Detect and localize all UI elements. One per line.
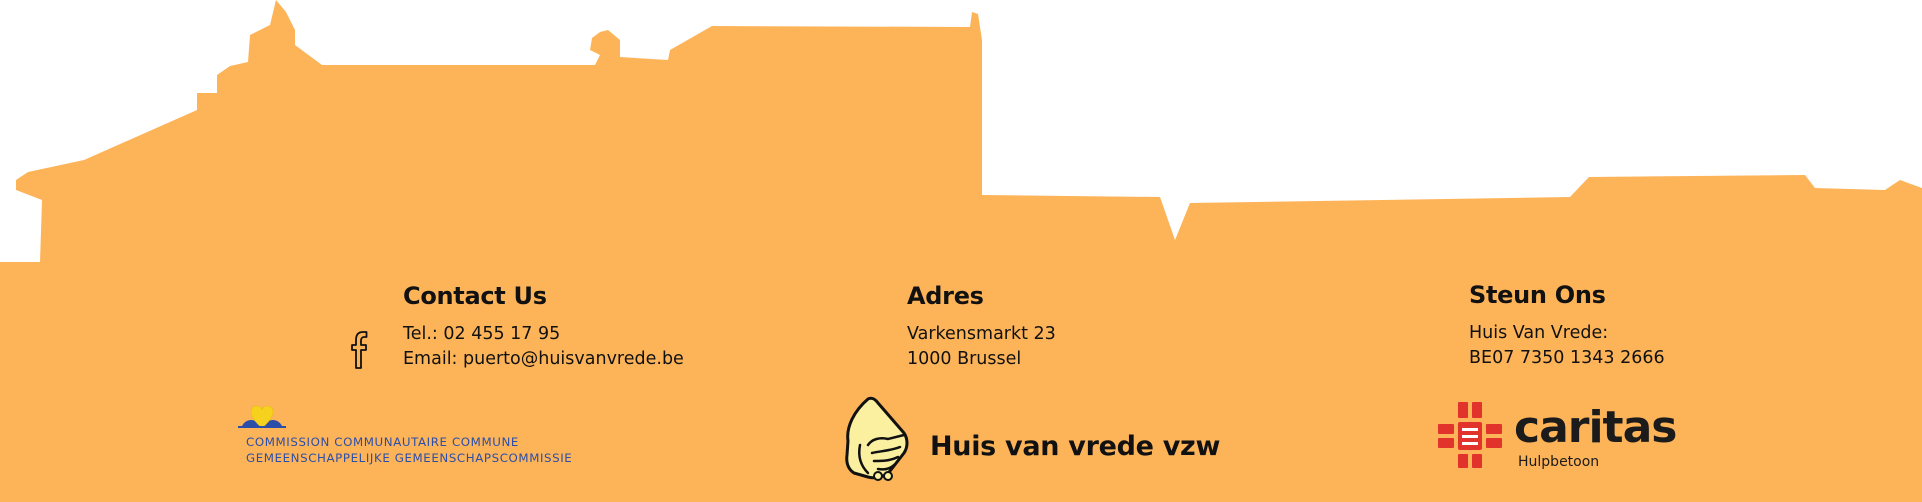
support-heading: Steun Ons xyxy=(1469,281,1606,309)
facebook-icon xyxy=(351,331,368,369)
support-iban: BE07 7350 1343 2666 xyxy=(1469,348,1665,368)
ccc-name-nl: GEMEENSCHAPPELIJKE GEMEENSCHAPSCOMMISSIE xyxy=(246,451,573,465)
ccc-logo-link[interactable]: COMMISSION COMMUNAUTAIRE COMMUNE GEMEENS… xyxy=(238,404,578,468)
email-link[interactable]: Email: puerto@huisvanvrede.be xyxy=(403,347,684,372)
support-account-name: Huis Van Vrede: xyxy=(1469,323,1609,343)
heart-icon xyxy=(238,405,286,429)
contact-column: Contact Us Tel.: 02 455 17 95 Email: pue… xyxy=(403,282,684,372)
facebook-link[interactable] xyxy=(345,324,375,372)
phone-link[interactable]: Tel.: 02 455 17 95 xyxy=(403,322,684,347)
huis-van-vrede-name: Huis van vrede vzw xyxy=(930,431,1221,462)
handshake-icon xyxy=(845,396,909,481)
address-street: Varkensmarkt 23 xyxy=(907,324,1056,344)
ccc-name-fr: COMMISSION COMMUNAUTAIRE COMMUNE xyxy=(246,435,519,449)
caritas-subtitle: Hulpbetoon xyxy=(1518,454,1600,470)
caritas-name: caritas xyxy=(1514,402,1677,453)
huis-van-vrede-logo-link[interactable]: Huis van vrede vzw xyxy=(838,393,1220,483)
caritas-cross-icon xyxy=(1438,402,1502,468)
contact-heading: Contact Us xyxy=(403,282,547,310)
address-city: 1000 Brussel xyxy=(907,349,1022,369)
caritas-logo-link[interactable]: caritas Hulpbetoon xyxy=(1436,398,1696,472)
site-footer: Contact Us Tel.: 02 455 17 95 Email: pue… xyxy=(0,0,1922,502)
support-column: Steun Ons Huis Van Vrede: BE07 7350 1343… xyxy=(1469,281,1665,371)
address-column: Adres Varkensmarkt 23 1000 Brussel xyxy=(907,282,1056,372)
address-heading: Adres xyxy=(907,282,984,310)
